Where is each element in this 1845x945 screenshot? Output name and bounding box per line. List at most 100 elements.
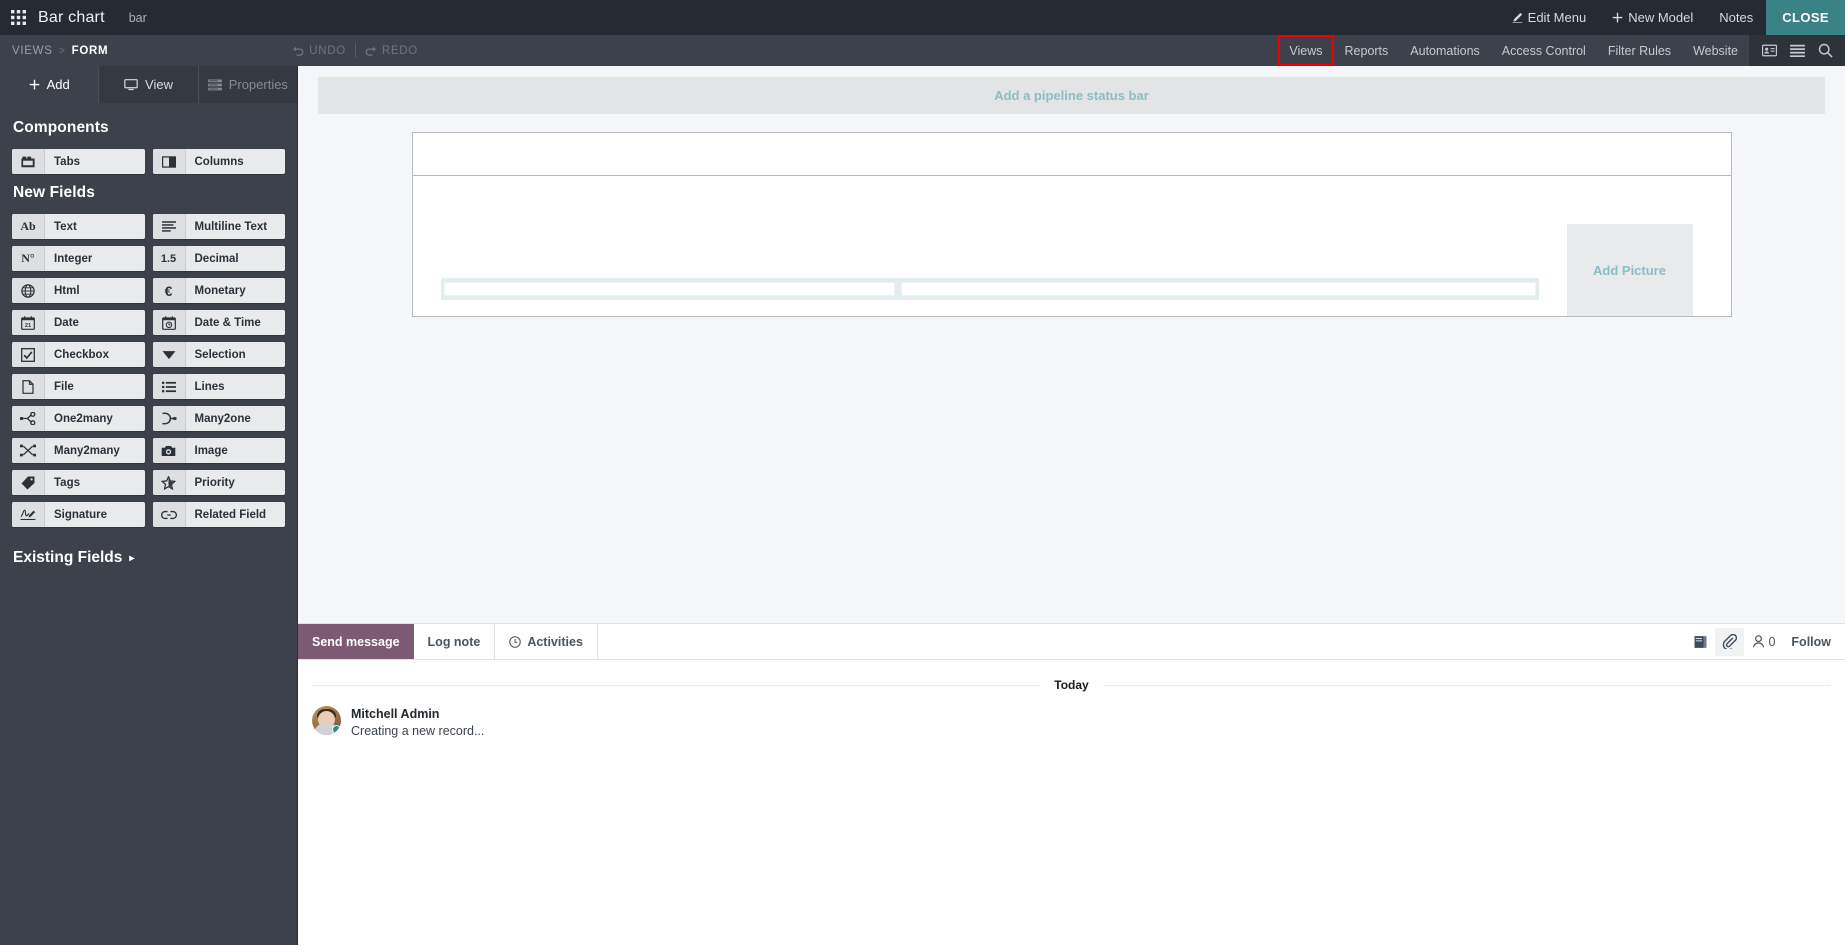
apps-grid-icon[interactable] [0,0,36,35]
field-file[interactable]: File [12,374,145,399]
followers-counter[interactable]: 0 [1744,635,1781,649]
field-related-field[interactable]: Related Field [152,502,285,527]
send-message-button[interactable]: Send message [298,624,414,659]
field-selection[interactable]: Selection [152,342,285,367]
form-sheet: Add Picture [411,132,1732,317]
sub-nav-item-automations[interactable]: Automations [1399,35,1490,66]
activities-button[interactable]: Activities [494,624,598,659]
redo-button[interactable]: REDO [356,45,427,57]
existing-fields-label: Existing Fields [13,549,123,566]
component-tabs[interactable]: Tabs [12,149,145,174]
form-columns-area [413,176,1567,316]
sidebar-tab-view[interactable]: View [99,66,199,103]
field-tags[interactable]: Tags [12,470,145,495]
attachment-icon[interactable] [1715,627,1745,656]
field-signature[interactable]: Signature [12,502,145,527]
component-columns[interactable]: Columns [152,149,285,174]
field-html[interactable]: Html [12,278,145,303]
properties-icon [207,79,222,91]
sub-nav-item-access-control[interactable]: Access Control [1491,35,1597,66]
field-date-time-label: Date & Time [194,316,261,329]
field-monetary-label: Monetary [194,284,246,297]
field-date-time[interactable]: Date & Time [152,310,285,335]
field-decimal[interactable]: 1.5 Decimal [152,246,285,271]
close-button[interactable]: CLOSE [1766,0,1845,35]
online-status-dot [332,725,341,734]
undo-label: UNDO [309,44,346,57]
field-checkbox[interactable]: Checkbox [12,342,145,367]
pipeline-status-bar-placeholder[interactable]: Add a pipeline status bar [318,77,1825,114]
field-multiline-text[interactable]: Multiline Text [152,214,285,239]
field-image-label: Image [194,444,228,457]
file-icon [12,374,45,399]
app-title: Bar chart [38,8,105,26]
caret-down-icon [152,342,186,367]
field-integer[interactable]: N° Integer [12,246,145,271]
breadcrumb-form: FORM [71,44,109,57]
signature-icon [12,502,45,527]
sub-nav-item-filter-rules[interactable]: Filter Rules [1597,35,1682,66]
edit-menu-label: Edit Menu [1527,10,1587,25]
notes-label: Notes [1719,10,1754,25]
contact-card-icon[interactable] [1755,35,1783,66]
sidebar-tab-view-label: View [145,77,173,92]
field-monetary[interactable]: € Monetary [152,278,285,303]
component-tabs-label: Tabs [54,155,80,168]
list-icon[interactable] [1783,35,1811,66]
edit-menu-button[interactable]: Edit Menu [1499,0,1600,35]
sidebar: Add View Properties Components Tabs Colu… [0,66,298,945]
field-date[interactable]: 21 Date [12,310,145,335]
log-note-button[interactable]: Log note [414,624,495,659]
chatter-toolbar: Send message Log note Activities 0 Follo… [298,624,1845,660]
form-drop-column-right[interactable] [897,278,1539,300]
chatter: Send message Log note Activities 0 Follo… [298,623,1845,945]
components-grid: Tabs Columns [12,149,285,174]
field-image[interactable]: Image [152,438,285,463]
form-drop-column-right-inner [900,282,1536,296]
field-one2many[interactable]: One2many [12,406,145,431]
field-lines[interactable]: Lines [152,374,285,399]
message-text: Creating a new record... [351,724,485,738]
existing-fields-toggle[interactable]: Existing Fields ▸ [13,549,285,567]
undo-button[interactable]: UNDO [283,45,355,57]
calendar-clock-icon [152,310,186,335]
field-decimal-label: Decimal [194,252,239,265]
sidebar-tab-add[interactable]: Add [0,66,100,103]
add-picture-placeholder[interactable]: Add Picture [1566,224,1693,316]
notes-button[interactable]: Notes [1706,0,1766,35]
new-fields-heading: New Fields [13,184,95,201]
ab-icon: Ab [12,214,45,239]
top-bar-actions: Edit Menu New Model Notes CLOSE [1499,0,1845,35]
field-multiline-text-label: Multiline Text [194,220,268,233]
field-priority-label: Priority [194,476,235,489]
field-signature-label: Signature [54,508,108,521]
new-model-button[interactable]: New Model [1599,0,1706,35]
field-priority[interactable]: Priority [152,470,285,495]
sidebar-content: Components Tabs Columns New Fields Ab Te… [0,103,297,945]
breadcrumb-views[interactable]: VIEWS [12,45,53,57]
form-sheet-header-zone[interactable] [412,133,1731,176]
field-many2one[interactable]: Many2one [152,406,285,431]
search-icon[interactable] [1811,35,1839,66]
field-date-label: Date [54,316,79,329]
field-checkbox-label: Checkbox [54,348,109,361]
tag-icon [12,470,45,495]
date-separator: Today [312,678,1832,692]
globe-icon [12,278,45,303]
field-text[interactable]: Ab Text [12,214,145,239]
form-sheet-area: Add Picture [298,114,1845,623]
number-icon: N° [12,246,45,271]
avatar[interactable] [312,706,341,735]
components-heading: Components [13,119,109,136]
top-bar: Bar chart bar Edit Menu New Model Notes … [0,0,1845,35]
new-model-label: New Model [1628,10,1694,25]
sidebar-tab-properties[interactable]: Properties [199,66,297,103]
form-drop-column-left[interactable] [440,278,898,300]
field-many2many[interactable]: Many2many [12,438,145,463]
log-book-icon[interactable] [1686,628,1715,656]
sub-nav-item-website[interactable]: Website [1682,35,1749,66]
follow-button[interactable]: Follow [1781,635,1841,649]
message-item: Mitchell Admin Creating a new record... [298,706,1845,740]
sub-nav-item-reports[interactable]: Reports [1334,35,1400,66]
sub-nav-item-views[interactable]: Views [1278,35,1334,66]
